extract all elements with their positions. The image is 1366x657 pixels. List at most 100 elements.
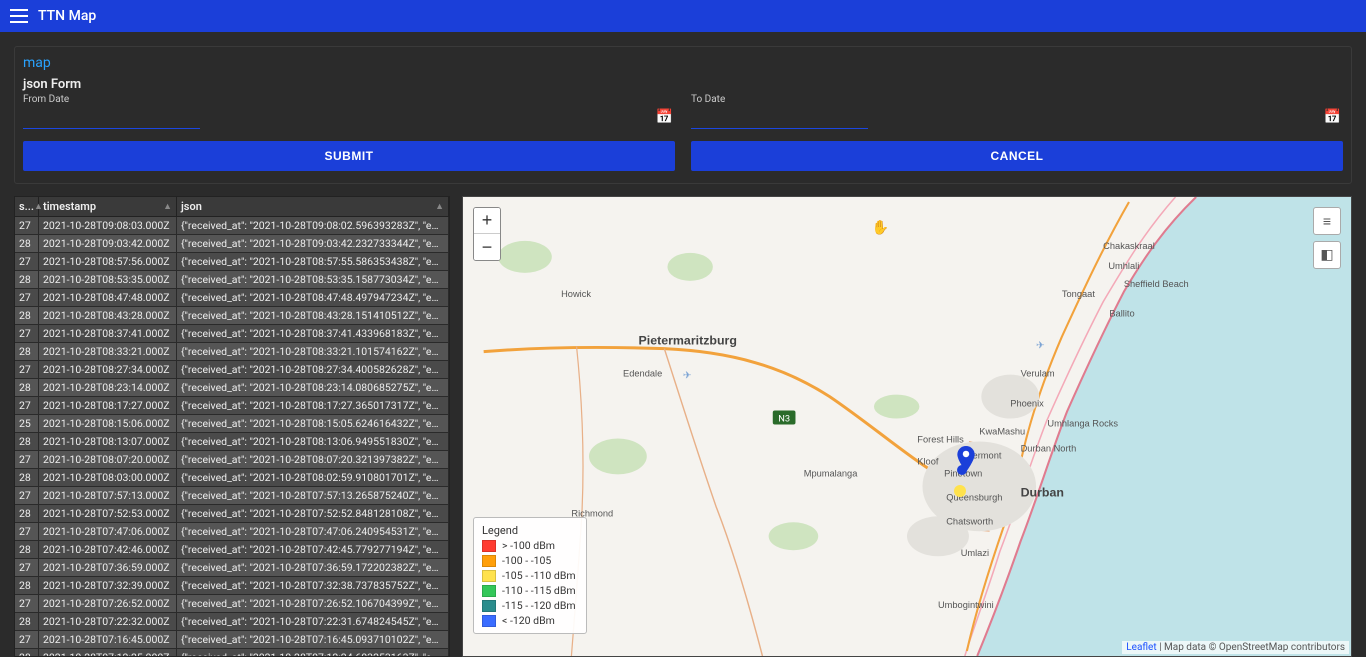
signal-dot[interactable] [954,485,966,497]
svg-text:✈: ✈ [683,371,692,382]
cell-timestamp: 2021-10-28T08:57:56.000Z [39,253,177,270]
col-header-json[interactable]: json▲ [177,197,449,216]
table-row[interactable]: 282021-10-28T08:13:07.000Z{"received_at"… [15,433,449,451]
legend-item: -115 - -120 dBm [482,599,576,612]
layers-stack-icon[interactable]: ◧ [1313,241,1341,269]
table-row[interactable]: 282021-10-28T07:12:25.000Z{"received_at"… [15,649,449,656]
svg-text:✈: ✈ [1036,341,1045,352]
cell-timestamp: 2021-10-28T07:57:13.000Z [39,487,177,504]
table-header: s...▲ timestamp▲ json▲ [15,197,449,217]
cell-s: 27 [15,451,39,468]
cell-json: {"received_at": "2021-10-28T08:57:55.586… [177,253,449,270]
legend-item: -105 - -110 dBm [482,569,576,582]
table-row[interactable]: 282021-10-28T09:03:42.000Z{"received_at"… [15,235,449,253]
cancel-button[interactable]: CANCEL [691,141,1343,171]
cell-json: {"received_at": "2021-10-28T09:03:42.232… [177,235,449,252]
table-row[interactable]: 272021-10-28T08:57:56.000Z{"received_at"… [15,253,449,271]
table-row[interactable]: 272021-10-28T07:16:45.000Z{"received_at"… [15,631,449,649]
zoom-control: + − [473,207,501,261]
cell-s: 28 [15,271,39,288]
map-tiles[interactable]: N3 Pietermaritzburg Durban Howick Edenda… [463,197,1351,656]
map[interactable]: N3 Pietermaritzburg Durban Howick Edenda… [462,196,1352,657]
map-attribution: Leaflet | Map data © OpenStreetMap contr… [1122,641,1349,654]
from-date-input[interactable] [23,107,200,129]
cell-json: {"received_at": "2021-10-28T08:53:35.158… [177,271,449,288]
to-date-input[interactable] [691,107,868,129]
cell-timestamp: 2021-10-28T08:17:27.000Z [39,397,177,414]
legend-label: -110 - -115 dBm [502,584,576,597]
from-date-col: From Date 📅 [23,94,675,129]
leaflet-link[interactable]: Leaflet [1126,642,1156,653]
cell-json: {"received_at": "2021-10-28T08:23:14.080… [177,379,449,396]
cell-json: {"received_at": "2021-10-28T07:52:52.848… [177,505,449,522]
layers-menu-icon[interactable]: ≡ [1313,207,1341,235]
zoom-out-button[interactable]: − [474,234,500,260]
legend-label: > -100 dBm [502,539,555,552]
col-header-timestamp[interactable]: timestamp▲ [39,197,177,216]
calendar-icon[interactable]: 📅 [656,109,673,125]
table-row[interactable]: 272021-10-28T08:37:41.000Z{"received_at"… [15,325,449,343]
table-row[interactable]: 282021-10-28T08:53:35.000Z{"received_at"… [15,271,449,289]
submit-button[interactable]: SUBMIT [23,141,675,171]
svg-text:Forest Hills: Forest Hills [917,435,964,445]
cell-timestamp: 2021-10-28T09:08:03.000Z [39,217,177,234]
col-header-s[interactable]: s...▲ [15,197,39,216]
svg-text:Umbogintwini: Umbogintwini [938,600,994,610]
cell-timestamp: 2021-10-28T08:23:14.000Z [39,379,177,396]
cell-s: 28 [15,379,39,396]
table-row[interactable]: 272021-10-28T07:26:52.000Z{"received_at"… [15,595,449,613]
cell-json: {"received_at": "2021-10-28T08:33:21.101… [177,343,449,360]
cell-s: 27 [15,631,39,648]
table-row[interactable]: 272021-10-28T08:27:34.000Z{"received_at"… [15,361,449,379]
to-date-label: To Date [691,94,1343,105]
table-body[interactable]: 272021-10-28T09:08:03.000Z{"received_at"… [15,217,449,656]
table-row[interactable]: 272021-10-28T08:07:20.000Z{"received_at"… [15,451,449,469]
cell-json: {"received_at": "2021-10-28T08:37:41.433… [177,325,449,342]
legend-label: -115 - -120 dBm [502,599,576,612]
cell-json: {"received_at": "2021-10-28T07:42:45.779… [177,541,449,558]
cell-timestamp: 2021-10-28T08:13:07.000Z [39,433,177,450]
table-row[interactable]: 282021-10-28T07:52:53.000Z{"received_at"… [15,505,449,523]
cell-s: 28 [15,307,39,324]
cell-timestamp: 2021-10-28T07:52:53.000Z [39,505,177,522]
table-row[interactable]: 272021-10-28T09:08:03.000Z{"received_at"… [15,217,449,235]
table-row[interactable]: 272021-10-28T07:36:59.000Z{"received_at"… [15,559,449,577]
svg-text:Howick: Howick [561,289,591,299]
table-row[interactable]: 272021-10-28T07:47:06.000Z{"received_at"… [15,523,449,541]
table-row[interactable]: 282021-10-28T08:43:28.000Z{"received_at"… [15,307,449,325]
svg-text:Umhlanga Rocks: Umhlanga Rocks [1047,419,1118,429]
cell-timestamp: 2021-10-28T08:33:21.000Z [39,343,177,360]
cell-s: 28 [15,613,39,630]
cell-json: {"received_at": "2021-10-28T07:16:45.093… [177,631,449,648]
map-marker[interactable] [957,446,975,472]
legend-label: -105 - -110 dBm [502,569,576,582]
cell-timestamp: 2021-10-28T09:03:42.000Z [39,235,177,252]
table-row[interactable]: 252021-10-28T08:15:06.000Z{"received_at"… [15,415,449,433]
table-row[interactable]: 282021-10-28T07:32:39.000Z{"received_at"… [15,577,449,595]
table-row[interactable]: 282021-10-28T08:23:14.000Z{"received_at"… [15,379,449,397]
svg-text:Umhlali: Umhlali [1108,261,1139,271]
table-row[interactable]: 272021-10-28T07:57:13.000Z{"received_at"… [15,487,449,505]
table-row[interactable]: 282021-10-28T08:03:00.000Z{"received_at"… [15,469,449,487]
table-row[interactable]: 282021-10-28T07:22:32.000Z{"received_at"… [15,613,449,631]
cell-s: 28 [15,505,39,522]
zoom-in-button[interactable]: + [474,208,500,234]
menu-icon[interactable] [10,9,28,23]
table-row[interactable]: 272021-10-28T08:47:48.000Z{"received_at"… [15,289,449,307]
cell-timestamp: 2021-10-28T08:15:06.000Z [39,415,177,432]
cell-s: 27 [15,289,39,306]
cell-s: 27 [15,523,39,540]
table-row[interactable]: 282021-10-28T07:42:46.000Z{"received_at"… [15,541,449,559]
cell-s: 27 [15,361,39,378]
table-row[interactable]: 282021-10-28T08:33:21.000Z{"received_at"… [15,343,449,361]
cell-s: 28 [15,343,39,360]
svg-text:KwaMashu: KwaMashu [979,427,1025,437]
svg-text:Phoenix: Phoenix [1010,399,1044,409]
cell-json: {"received_at": "2021-10-28T08:15:05.624… [177,415,449,432]
cell-json: {"received_at": "2021-10-28T07:12:24.603… [177,649,449,656]
to-date-col: To Date 📅 [691,94,1343,129]
cell-timestamp: 2021-10-28T07:12:25.000Z [39,649,177,656]
calendar-icon[interactable]: 📅 [1324,109,1341,125]
table-row[interactable]: 272021-10-28T08:17:27.000Z{"received_at"… [15,397,449,415]
cell-timestamp: 2021-10-28T07:22:32.000Z [39,613,177,630]
